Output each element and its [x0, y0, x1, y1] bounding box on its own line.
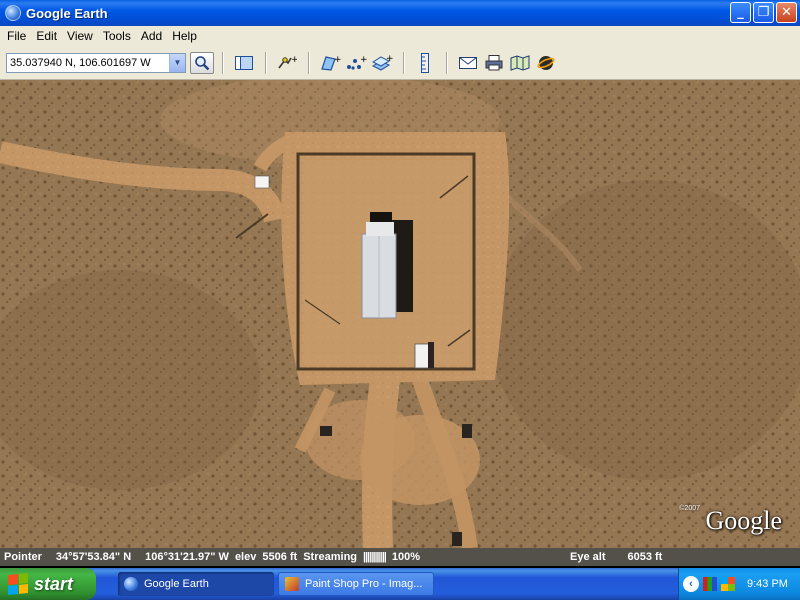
imagery-copyright: ©2007 — [679, 505, 700, 512]
windows-logo-icon — [8, 572, 28, 596]
menu-help[interactable]: Help — [167, 29, 202, 43]
clock: 9:43 PM — [747, 578, 788, 590]
maximize-button[interactable]: ❐ — [753, 2, 774, 23]
placemark-icon: + — [278, 55, 297, 68]
ruler-icon — [421, 52, 429, 73]
minimize-button[interactable]: _ — [730, 2, 751, 23]
svg-text:+: + — [334, 55, 341, 65]
menu-add[interactable]: Add — [136, 29, 167, 43]
svg-text:+: + — [360, 55, 367, 65]
taskbar-item-paint-shop-pro[interactable]: Paint Shop Pro - Imag... — [278, 572, 434, 596]
show-hidden-icons-button[interactable]: ‹ — [683, 576, 699, 592]
map-viewport[interactable]: ©2007 Google — [0, 80, 800, 548]
google-earth-icon — [124, 577, 138, 591]
svg-text:+: + — [386, 54, 393, 64]
taskbar-item-google-earth[interactable]: Google Earth — [118, 572, 274, 596]
toolbar-separator — [308, 51, 309, 74]
menu-view[interactable]: View — [62, 29, 98, 43]
pointer-label: Pointer — [4, 551, 42, 563]
elevation-label: elev — [234, 551, 257, 563]
google-watermark: Google — [705, 506, 782, 535]
toolbar-separator — [446, 51, 447, 74]
toolbar-separator — [222, 51, 223, 74]
sidebar-icon — [235, 55, 253, 70]
email-icon — [459, 56, 477, 69]
start-label: start — [34, 573, 74, 594]
location-search-input[interactable]: 35.037940 N, 106.601697 W ▼ — [6, 52, 186, 73]
window-title: Google Earth — [26, 5, 108, 21]
sky-icon — [537, 55, 555, 70]
menu-edit[interactable]: Edit — [31, 29, 62, 43]
path-icon: + — [347, 55, 367, 70]
add-path-button[interactable]: + — [345, 52, 367, 74]
polygon-icon: + — [321, 55, 341, 71]
windows-flag-tray-icon[interactable] — [721, 577, 735, 591]
system-tray: ‹ 9:43 PM — [678, 568, 800, 600]
status-bar: Pointer 34°57'53.84" N 106°31'21.97" W e… — [0, 548, 800, 566]
google-earth-app-icon — [5, 5, 21, 21]
taskbar: start Google Earth Paint Shop Pro - Imag… — [0, 568, 800, 600]
title-bar: Google Earth _ ❐ ✕ — [0, 0, 800, 26]
pointer-latitude: 34°57'53.84" N — [55, 551, 132, 563]
paint-shop-pro-icon — [285, 577, 299, 591]
maps-icon — [510, 54, 530, 71]
taskbar-item-label: Google Earth — [144, 578, 209, 590]
add-image-overlay-button[interactable]: + — [371, 52, 393, 74]
sky-button[interactable] — [535, 52, 557, 74]
print-icon — [485, 54, 503, 70]
location-search-value: 35.037940 N, 106.601697 W — [10, 56, 151, 69]
tray-app-icon[interactable] — [703, 577, 717, 591]
window-controls: _ ❐ ✕ — [730, 2, 797, 23]
menu-file[interactable]: File — [2, 29, 31, 43]
add-polygon-button[interactable]: + — [319, 52, 341, 74]
view-in-maps-button[interactable] — [509, 52, 531, 74]
eye-altitude-value: 6053 ft — [627, 551, 663, 563]
image-overlay-icon: + — [371, 54, 393, 71]
streaming-label: Streaming — [303, 551, 358, 563]
streaming-progress-bar: ||||||||||| — [363, 551, 387, 563]
menu-bar: File Edit View Tools Add Help — [0, 26, 800, 46]
svg-text:+: + — [291, 55, 297, 65]
toolbar-separator — [403, 51, 404, 74]
menu-tools[interactable]: Tools — [98, 29, 136, 43]
email-button[interactable] — [457, 52, 479, 74]
search-icon — [195, 55, 210, 70]
toolbar: 35.037940 N, 106.601697 W ▼ + + + + — [0, 46, 800, 80]
add-placemark-button[interactable]: + — [276, 52, 298, 74]
print-button[interactable] — [483, 52, 505, 74]
eye-altitude-label: Eye alt — [570, 551, 606, 563]
search-button[interactable] — [190, 51, 214, 74]
sidebar-toggle-button[interactable] — [233, 52, 255, 74]
close-button[interactable]: ✕ — [776, 2, 797, 23]
toolbar-separator — [265, 51, 266, 74]
taskbar-item-label: Paint Shop Pro - Imag... — [305, 578, 423, 590]
streaming-percent: 100% — [391, 551, 421, 563]
start-button[interactable]: start — [0, 568, 96, 600]
chevron-down-icon[interactable]: ▼ — [169, 53, 185, 72]
pointer-longitude: 106°31'21.97" W — [145, 551, 229, 563]
satellite-imagery[interactable] — [0, 80, 800, 548]
ruler-button[interactable] — [414, 52, 436, 74]
elevation-value: 5506 ft — [262, 551, 298, 563]
